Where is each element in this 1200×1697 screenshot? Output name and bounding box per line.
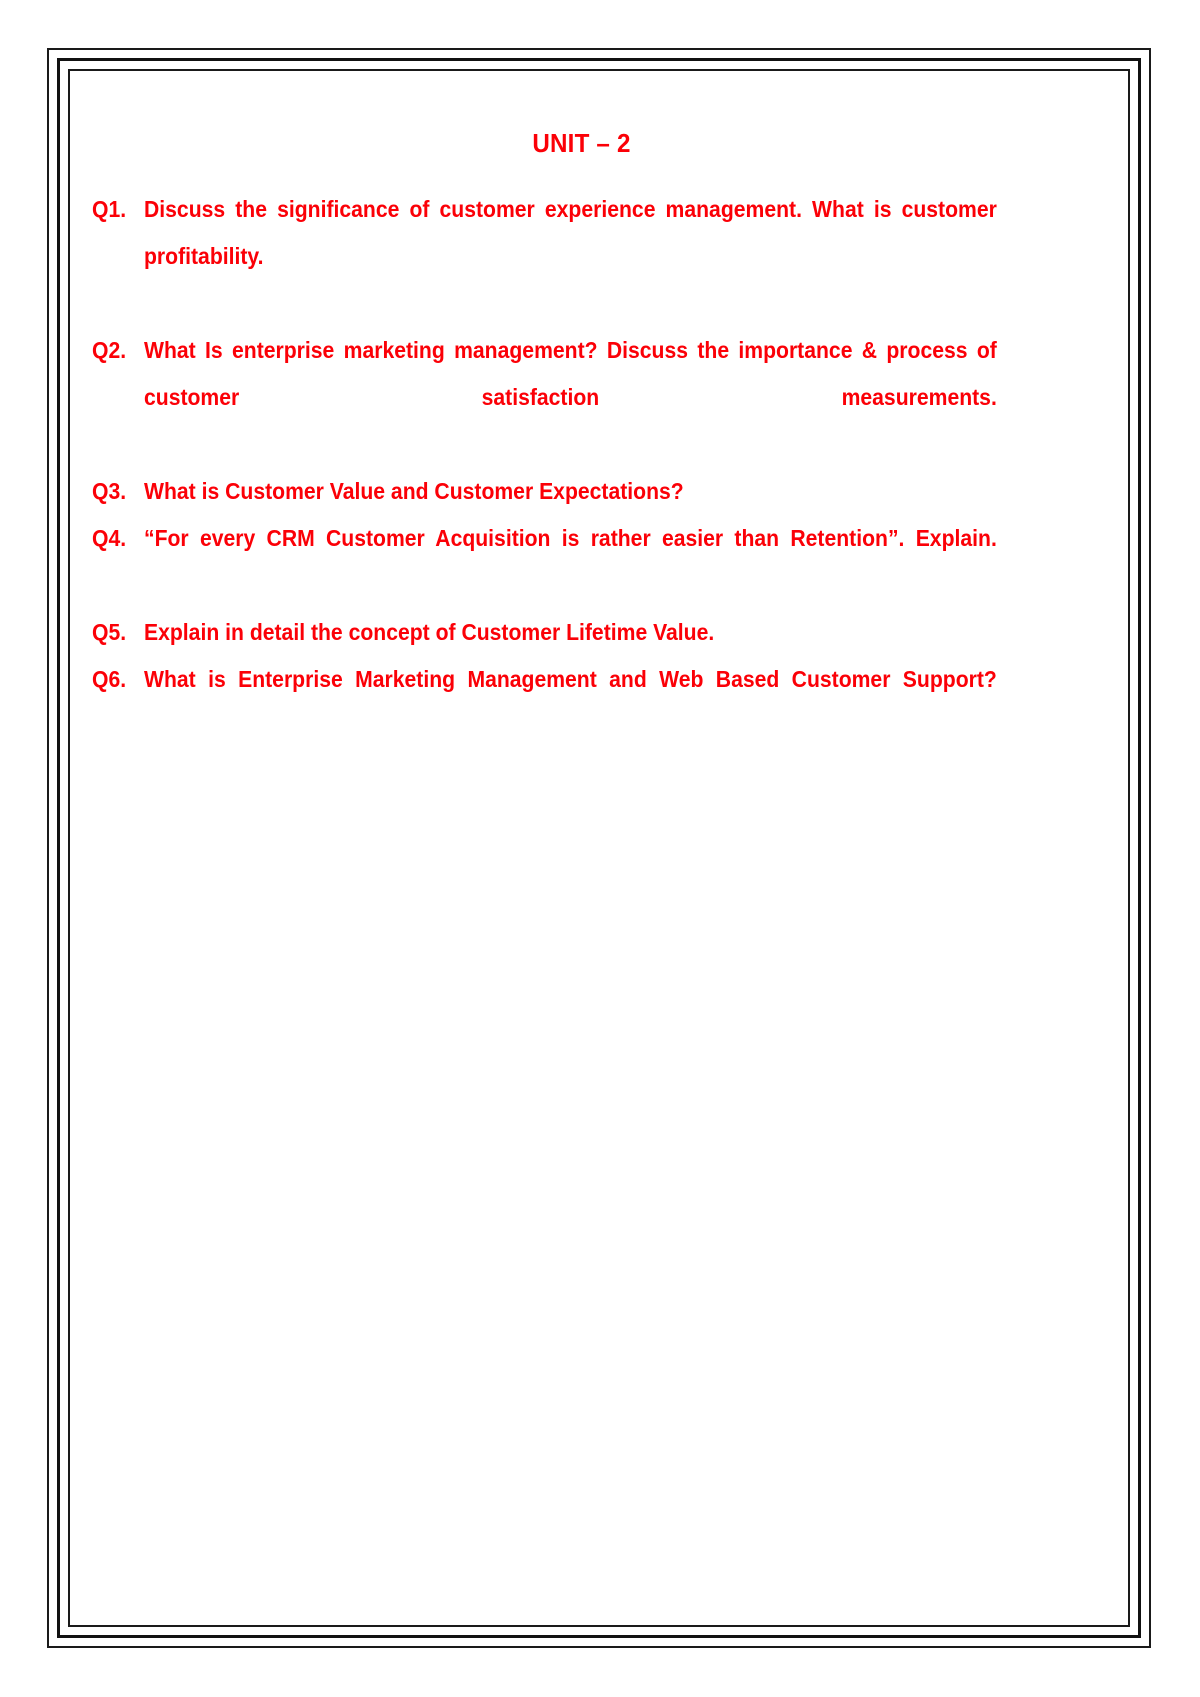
question-label: Q6.: [92, 665, 127, 692]
question-text: What is Enterprise Marketing Management …: [144, 665, 997, 692]
question-item: Q5. Explain in detail the concept of Cus…: [92, 609, 1071, 656]
question-text: “For every CRM Customer Acquisition is r…: [144, 524, 997, 551]
question-item: Q3. What is Customer Value and Customer …: [92, 468, 1071, 515]
page-border-middle: UNIT – 2 Q1. Discuss the significance of…: [57, 58, 1141, 1638]
question-text: Discuss the significance of customer exp…: [144, 195, 997, 269]
question-text: Explain in detail the concept of Custome…: [144, 618, 715, 645]
question-text: What is Customer Value and Customer Expe…: [144, 477, 684, 504]
question-label: Q1.: [92, 195, 127, 222]
page-title: UNIT – 2: [532, 128, 631, 158]
question-label: Q4.: [92, 524, 127, 551]
question-item: Q4. “For every CRM Customer Acquisition …: [92, 515, 1071, 609]
page-content: UNIT – 2 Q1. Discuss the significance of…: [70, 71, 1128, 1625]
question-label: Q2.: [92, 336, 127, 363]
page-border-inner: UNIT – 2 Q1. Discuss the significance of…: [68, 69, 1130, 1627]
question-item: Q2. What Is enterprise marketing managem…: [92, 327, 1071, 468]
question-item: Q6. What is Enterprise Marketing Managem…: [92, 656, 1071, 750]
question-text: What Is enterprise marketing management?…: [144, 336, 997, 410]
page-border-outer: UNIT – 2 Q1. Discuss the significance of…: [47, 48, 1151, 1648]
question-list: Q1. Discuss the significance of customer…: [92, 186, 1071, 750]
question-label: Q3.: [92, 477, 127, 504]
question-item: Q1. Discuss the significance of customer…: [92, 186, 1071, 327]
question-label: Q5.: [92, 618, 127, 645]
